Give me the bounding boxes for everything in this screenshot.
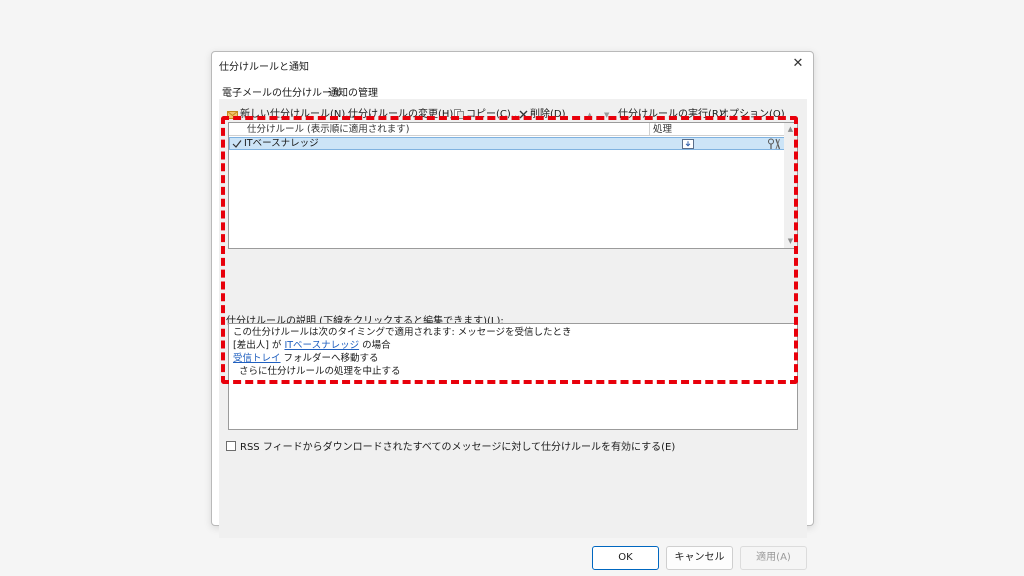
column-header-action[interactable]: 処理 (649, 123, 672, 136)
rule-row[interactable]: ITベースナレッジ (229, 137, 785, 150)
inbox-folder-link[interactable]: 受信トレイ (233, 353, 281, 364)
rss-option-label: RSS フィードからダウンロードされたすべてのメッセージに対して仕分けルールを有… (240, 442, 676, 453)
scroll-down-icon[interactable]: ▼ (786, 237, 795, 246)
tab-manage-alerts[interactable]: 通知の管理 (328, 84, 378, 99)
ok-button[interactable]: OK (592, 546, 659, 570)
rule-enabled-checkbox[interactable] (232, 139, 242, 149)
rss-checkbox[interactable] (226, 440, 236, 451)
description-line-trigger: この仕分けルールは次のタイミングで適用されます: メッセージを受信したとき (233, 327, 572, 338)
cancel-button[interactable]: キャンセル (666, 546, 733, 570)
delete-rule-button[interactable]: 削除(D) (519, 107, 566, 123)
move-down-button[interactable]: ▼ (604, 107, 609, 123)
rule-options-icon[interactable] (767, 138, 781, 150)
rules-list-header: 仕分けルール (表示順に適用されます) 処理 (229, 123, 785, 136)
rules-list-scrollbar[interactable]: ▲ ▼ (784, 123, 797, 248)
new-rule-button[interactable]: 新しい仕分けルール(N)... (227, 107, 355, 123)
new-rule-icon (227, 110, 238, 119)
delete-icon (519, 110, 528, 118)
rules-and-alerts-dialog: 仕分けルールと通知 ✕ 電子メールの仕分けルール 通知の管理 新しい仕分けルール… (211, 51, 814, 570)
rule-description-box: この仕分けルールは次のタイミングで適用されます: メッセージを受信したとき [差… (228, 323, 798, 430)
apply-button[interactable]: 適用(A) (740, 546, 807, 570)
rule-name: ITベースナレッジ (244, 138, 319, 149)
change-rule-button[interactable]: 仕分けルールの変更(H) ▾ (348, 107, 460, 123)
sender-condition-link[interactable]: ITベースナレッジ (284, 340, 359, 351)
dialog-title: 仕分けルールと通知 (219, 62, 309, 73)
run-rules-button[interactable]: 仕分けルールの実行(R)... (618, 107, 732, 123)
copy-rule-button[interactable]: コピー(C)... (454, 107, 520, 123)
rules-panel: 新しい仕分けルール(N)... 仕分けルールの変更(H) ▾ コピー(C)...… (219, 99, 807, 538)
tab-email-rules[interactable]: 電子メールの仕分けルール (222, 84, 342, 99)
description-line-condition: [差出人] が ITベースナレッジ の場合 (233, 340, 391, 351)
options-button[interactable]: オプション(O) (719, 107, 785, 123)
rules-list: 仕分けルール (表示順に適用されます) 処理 ITベースナレッジ ▲ ▼ (228, 122, 798, 249)
description-line-action: 受信トレイ フォルダーへ移動する (233, 353, 379, 364)
rss-option[interactable]: RSS フィードからダウンロードされたすべてのメッセージに対して仕分けルールを有… (226, 438, 676, 453)
title-bar: 仕分けルールと通知 ✕ (212, 52, 813, 76)
close-icon[interactable]: ✕ (789, 55, 807, 73)
copy-icon (454, 109, 464, 119)
column-header-rule[interactable]: 仕分けルール (表示順に適用されます) (247, 123, 409, 136)
scroll-up-icon[interactable]: ▲ (786, 125, 795, 134)
move-to-folder-icon (682, 139, 694, 149)
description-line-stop: さらに仕分けルールの処理を中止する (239, 366, 401, 377)
move-up-button[interactable]: ▲ (587, 107, 592, 123)
